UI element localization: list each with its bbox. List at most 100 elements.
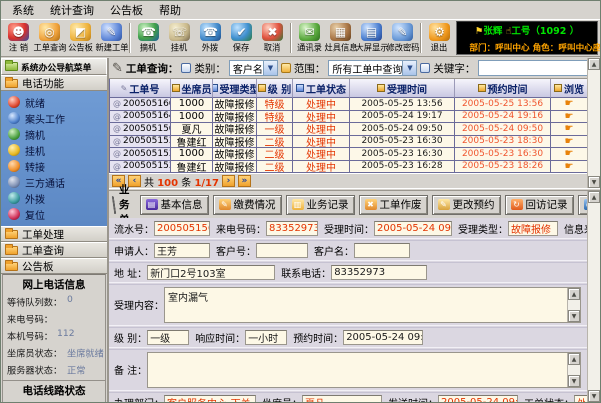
sidebar-group-phone[interactable]: 电话功能 — [1, 75, 107, 91]
big-screen-button[interactable]: ▤ 大屏显示 — [356, 21, 387, 55]
change-password-button[interactable]: ✎ 修改密码 — [387, 21, 418, 55]
menu-system[interactable]: 系统 — [5, 1, 41, 19]
level-field[interactable]: 一级 — [147, 330, 189, 345]
remark-textarea[interactable]: ▲ ▼ — [147, 352, 581, 388]
scroll-up-icon[interactable]: ▲ — [568, 353, 580, 365]
table-row[interactable]: @2005051539 1000 故障报修 二级 处理中 2005-05-23 … — [110, 148, 588, 161]
menu-bulletin[interactable]: 公告板 — [103, 1, 150, 19]
stove-info-button[interactable]: ▦ 灶具信息 — [325, 21, 356, 55]
scroll-up-icon[interactable]: ▲ — [588, 58, 600, 70]
tree-item-three-way-call[interactable]: 三方通话 — [1, 174, 107, 190]
accept-time-field[interactable]: 2005-05-24 09:50 — [374, 221, 452, 236]
accept-type-field[interactable]: 故障报修 — [508, 221, 558, 236]
order-query-button[interactable]: ◎ 工单查询 — [34, 21, 65, 55]
applicant-field[interactable]: 王芳 — [154, 243, 210, 258]
logout-button[interactable]: ☻ 注 销 — [3, 21, 34, 55]
browse-hand-icon[interactable]: ☛ — [565, 111, 574, 122]
menu-help[interactable]: 帮助 — [152, 1, 188, 19]
hangup-button[interactable]: ☏ 挂机 — [164, 21, 195, 55]
col-agent[interactable]: 坐席员 — [171, 79, 213, 98]
agent-field[interactable]: 夏凡 — [302, 395, 382, 402]
exit-button[interactable]: ⚙ 退出 — [424, 21, 455, 55]
response-time-field[interactable]: 一小时 — [245, 330, 287, 345]
menu-stats-query[interactable]: 统计查询 — [43, 1, 101, 19]
phone-function-tree: 就绪 案头工作 摘机 挂机 转接 — [1, 91, 107, 226]
caller-number-field[interactable]: 83352973 — [266, 221, 318, 236]
change-appointment-button[interactable]: ✎ 更改预约 — [432, 195, 501, 215]
clip-icon: @ — [113, 112, 121, 121]
form-row-level: 级 别： 一级 响应时间： 一小时 预约时间： 2005-05-24 09:50 — [109, 330, 587, 345]
browse-hand-icon[interactable]: ☛ — [565, 161, 574, 172]
menu-bar: 系统 统计查询 公告板 帮助 — [1, 1, 600, 20]
scroll-down-icon[interactable]: ▼ — [588, 176, 600, 188]
payment-status-button[interactable]: ✎ 缴费情况 — [213, 195, 282, 215]
dialout-icon — [8, 192, 20, 204]
type-filter-select[interactable]: 客户名 ▼ — [229, 60, 278, 76]
sidebar-group-bulletin[interactable]: 公告板 — [1, 258, 107, 274]
sidebar-group-order-handling[interactable]: 工单处理 — [1, 226, 107, 242]
scroll-up-icon[interactable]: ▲ — [568, 288, 580, 300]
col-order-id[interactable]: ✎工单号 — [110, 79, 171, 98]
scroll-down-icon[interactable]: ▼ — [568, 310, 580, 322]
table-scrollbar[interactable]: ▲ ▼ — [587, 58, 600, 188]
table-row[interactable]: @2005051661 1000 故障报修 特级 处理中 2005-05-25 … — [110, 98, 588, 111]
bulletin-button[interactable]: ◩ 公告板 — [65, 21, 96, 55]
tree-item-reset[interactable]: 复位 — [1, 206, 107, 222]
col-accept-time[interactable]: 受理时间 — [350, 79, 455, 98]
scroll-down-icon[interactable]: ▼ — [588, 390, 600, 402]
cancel-button[interactable]: ✖ 取消 — [257, 21, 288, 55]
table-row[interactable]: @2005051640 1000 故障报修 特级 处理中 2005-05-24 … — [110, 111, 588, 124]
tree-item-transfer[interactable]: 转接 — [1, 158, 107, 174]
tree-item-offhook[interactable]: 摘机 — [1, 126, 107, 142]
keyword-input[interactable] — [478, 60, 590, 76]
textarea-scrollbar[interactable]: ▲ ▼ — [567, 288, 580, 322]
scroll-down-icon[interactable]: ▼ — [568, 375, 580, 387]
save-button[interactable]: ✔ 保存 — [226, 21, 257, 55]
col-level[interactable]: 级 别 — [257, 79, 293, 98]
customer-no-field[interactable] — [256, 243, 308, 258]
last-page-button[interactable]: » — [238, 175, 251, 187]
col-accept-type[interactable]: 受理类型 — [213, 79, 257, 98]
table-row[interactable]: @2005051568 夏凡 故障报修 一级 处理中 2005-05-24 09… — [110, 123, 588, 136]
scroll-up-icon[interactable]: ▲ — [588, 191, 600, 203]
textarea-scrollbar[interactable]: ▲ ▼ — [567, 353, 580, 387]
contact-phone-field[interactable]: 83352973 — [331, 265, 427, 280]
send-time-field[interactable]: 2005-05-24 09:55 — [438, 395, 518, 402]
big-screen-icon: ▤ — [361, 23, 382, 41]
form-scrollbar[interactable]: ▲ ▼ — [587, 191, 600, 402]
basic-info-button[interactable]: ▤ 基本信息 — [140, 195, 209, 215]
col-status[interactable]: 工单状态 — [293, 79, 350, 98]
col-appoint-time[interactable]: 预约时间 — [455, 79, 551, 98]
customer-name-field[interactable] — [354, 243, 410, 258]
accept-content-textarea[interactable]: 室内漏气 ▲ ▼ — [164, 287, 581, 323]
appoint-time-field[interactable]: 2005-05-24 09:50 — [343, 330, 423, 345]
browse-hand-icon[interactable]: ☛ — [565, 123, 574, 134]
browse-hand-icon[interactable]: ☛ — [565, 148, 574, 159]
tree-item-hangup[interactable]: 挂机 — [1, 142, 107, 158]
scope-filter-select[interactable]: 所有工单中查询 ▼ — [328, 60, 417, 76]
table-row[interactable]: @2005051537 鲁建红 故障报修 二级 处理中 2005-05-23 1… — [110, 161, 588, 174]
next-page-button[interactable]: › — [222, 175, 235, 187]
clip-icon: @ — [113, 149, 121, 158]
handling-dept-field[interactable]: 客户服务中心-下关 — [164, 395, 256, 402]
new-order-button[interactable]: ✎ 新建工单 — [96, 21, 127, 55]
business-record-button[interactable]: ▥ 业务记录 — [286, 195, 355, 215]
tree-item-dialout[interactable]: 外拨 — [1, 190, 107, 206]
browse-hand-icon[interactable]: ☛ — [565, 136, 574, 147]
dialout-button[interactable]: ☎ 外拨 — [195, 21, 226, 55]
callback-record-button[interactable]: ↻ 回访记录 — [505, 195, 574, 215]
address-field[interactable]: 新门口2号103室 — [147, 265, 275, 280]
contacts-button[interactable]: ✉ 通讯录 — [294, 21, 325, 55]
col-browse[interactable]: 浏览 — [551, 79, 588, 98]
browse-hand-icon[interactable]: ☛ — [565, 98, 574, 109]
nav-menu-icon — [5, 62, 18, 71]
void-order-button[interactable]: ✖ 工单作废 — [359, 195, 428, 215]
sidebar-group-order-query[interactable]: 工单查询 — [1, 242, 107, 258]
offhook-button[interactable]: ☎ 摘机 — [133, 21, 164, 55]
serial-field[interactable]: 2005051568 — [154, 221, 210, 236]
query-title: 工单查询： — [126, 61, 179, 76]
table-row[interactable]: @2005051538 鲁建红 故障报修 二级 处理中 2005-05-23 1… — [110, 136, 588, 149]
agent-info-panel: ⚑张辉 ☝工号（1092 ） 部门：呼叫中心 角色：呼叫中心座席员 — [456, 21, 598, 55]
tree-item-ready[interactable]: 就绪 — [1, 94, 107, 110]
tree-item-desk-work[interactable]: 案头工作 — [1, 110, 107, 126]
